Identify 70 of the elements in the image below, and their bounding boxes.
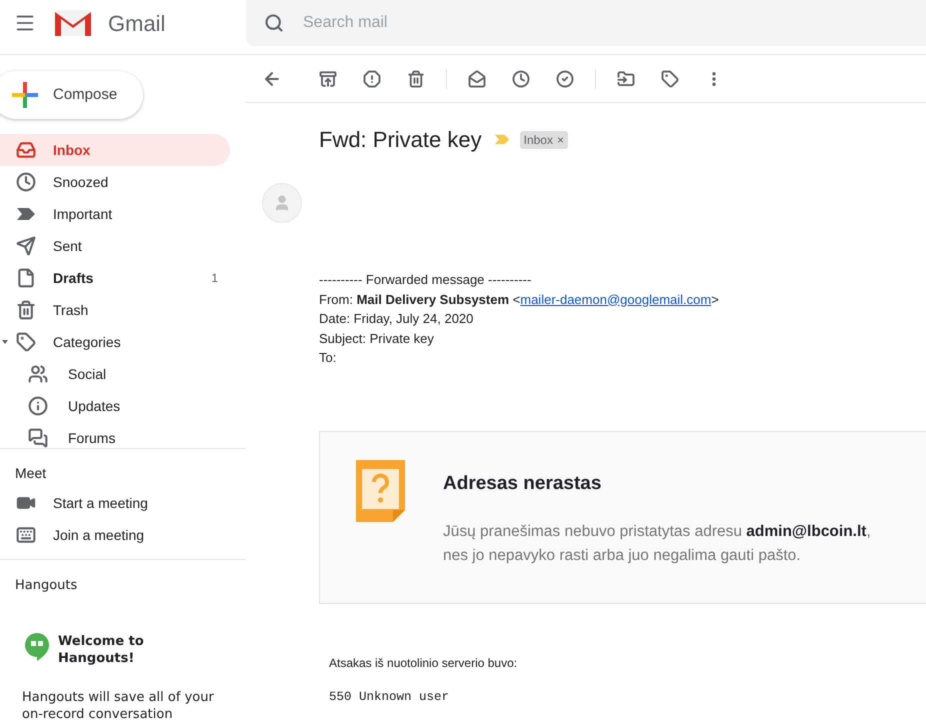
spam-icon[interactable] — [363, 70, 381, 88]
move-icon[interactable] — [617, 70, 635, 88]
nav-item[interactable]: Updates — [0, 390, 230, 422]
nav-label: Forums — [68, 428, 116, 448]
inbox-icon — [16, 140, 36, 160]
keyboard-icon — [16, 525, 36, 545]
gmail-logo-icon — [54, 9, 92, 37]
plus-icon — [12, 82, 38, 108]
email-subject: Fwd: Private key — [319, 126, 482, 154]
response-label: Atsakas iš nuotolinio serverio buvo: — [329, 654, 518, 672]
hangouts-icon — [24, 632, 50, 662]
nav-item[interactable]: Categories — [0, 326, 230, 358]
caret-icon[interactable] — [1, 338, 9, 346]
info-icon — [28, 396, 48, 416]
meet-item[interactable]: Join a meeting — [0, 519, 246, 551]
header-line: Date: Friday, July 24, 2020 — [319, 310, 474, 328]
nav-label: Snoozed — [53, 172, 108, 192]
nav-label: Categories — [53, 332, 121, 352]
add-task-icon[interactable] — [556, 70, 574, 88]
remove-label-button[interactable]: × — [556, 130, 564, 148]
archive-icon[interactable] — [319, 70, 337, 88]
nav-label: Updates — [68, 396, 120, 416]
search-field[interactable]: Search mail — [246, 0, 926, 46]
notice-message: Jūsų pranešimas nebuvo pristatytas adresu admin@lbcoin.lt, nes jo nepavyko rasti arba juo negalima gauti pašto. — [443, 522, 872, 566]
nav-item[interactable]: Trash — [0, 294, 230, 326]
forward-separator: ---------- Forwarded message ---------- — [319, 271, 532, 289]
header-line: Subject: Private key — [319, 330, 435, 348]
compose-button[interactable]: Compose — [0, 71, 143, 119]
send-icon — [16, 236, 36, 256]
file-icon — [16, 268, 36, 288]
nav-item[interactable]: Social — [0, 358, 230, 390]
delete-icon[interactable] — [407, 70, 425, 88]
mail-open-icon[interactable] — [468, 70, 486, 88]
important-icon — [16, 207, 36, 221]
search-icon[interactable] — [264, 13, 284, 33]
important-marker-icon — [494, 134, 510, 145]
nav-label: Sent — [53, 236, 82, 256]
welcome-title: Welcome to Hangouts! — [58, 632, 145, 666]
meet-item[interactable]: Start a meeting — [0, 487, 246, 519]
section-title: Hangouts — [14, 577, 78, 595]
nav-item[interactable]: Snoozed — [0, 166, 230, 198]
unread-count: 1 — [211, 270, 218, 287]
label-icon[interactable] — [661, 70, 679, 88]
question-note-icon — [356, 460, 405, 522]
nav-label: Important — [53, 204, 112, 224]
snooze-icon[interactable] — [512, 70, 530, 88]
nav-item[interactable]: Important — [0, 198, 230, 230]
hangouts-text: Hangouts will save all of your on-record conversation — [21, 688, 215, 720]
nav-label: Social — [68, 364, 106, 384]
people-icon — [28, 364, 48, 384]
label-chip[interactable]: Inbox × — [520, 130, 568, 148]
header-line: To: — [319, 349, 338, 367]
email-link[interactable]: mailer-daemon@googlemail.com — [520, 292, 712, 306]
nav-label: Trash — [53, 300, 88, 320]
notice-title: Adresas nerastas — [443, 472, 602, 496]
nav-label: Drafts — [53, 268, 94, 288]
nav-item[interactable]: Sent — [0, 230, 230, 262]
from-line: From: Mail Delivery Subsystem <mailer-daemon@googlemail.com> — [319, 290, 720, 309]
trash-icon — [16, 300, 36, 320]
nav-item[interactable]: Forums — [0, 422, 230, 448]
label-icon — [16, 332, 36, 352]
nav-item[interactable]: Drafts 1 — [0, 262, 230, 294]
clock-icon — [16, 172, 36, 192]
app-name: Gmail — [108, 10, 166, 38]
section-title: Meet — [14, 464, 48, 483]
person-icon — [273, 194, 291, 212]
forum-icon — [28, 428, 48, 448]
response-code: 550 Unknown user — [329, 688, 450, 706]
nav-label: Inbox — [53, 140, 90, 160]
nav-item[interactable]: Inbox — [0, 134, 230, 166]
